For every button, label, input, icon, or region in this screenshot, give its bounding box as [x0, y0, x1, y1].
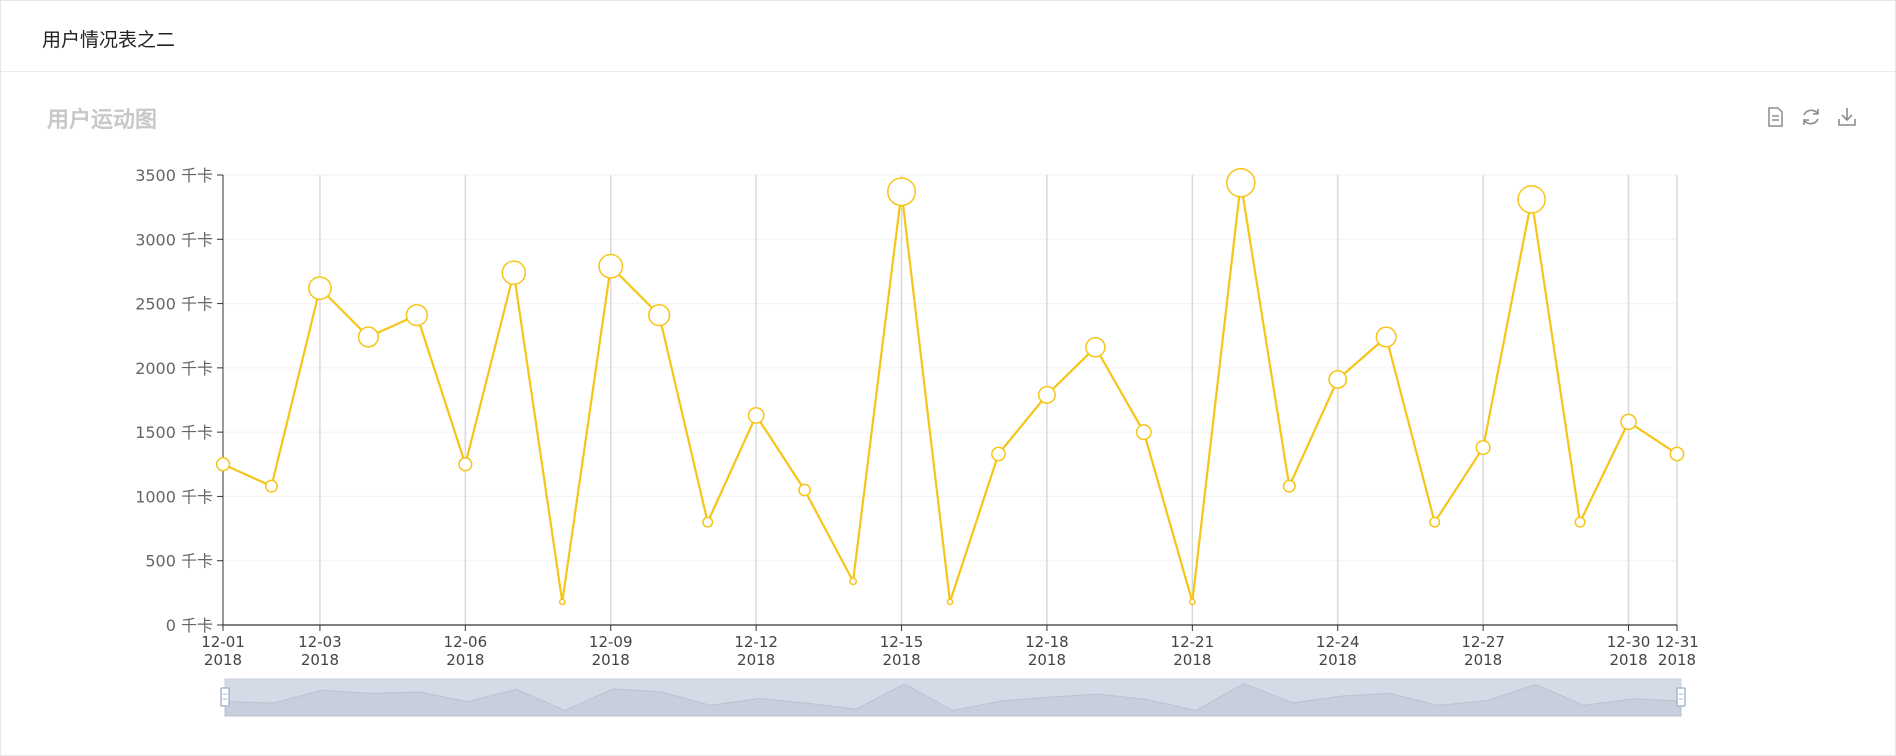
x-tick-label-year: 2018: [882, 651, 920, 669]
data-point[interactable]: [747, 406, 765, 424]
data-point[interactable]: [798, 483, 812, 497]
data-point[interactable]: [598, 253, 624, 279]
x-tick-label: 12-31: [1655, 633, 1699, 651]
data-point[interactable]: [1574, 516, 1586, 528]
x-tick-label-year: 2018: [1658, 651, 1696, 669]
data-point[interactable]: [357, 326, 379, 348]
data-point[interactable]: [405, 303, 429, 327]
line-chart: 0 千卡500 千卡1000 千卡1500 千卡2000 千卡2500 千卡30…: [135, 166, 1699, 717]
data-point[interactable]: [702, 516, 714, 528]
x-tick-label: 12-18: [1025, 633, 1069, 651]
data-point[interactable]: [458, 457, 473, 472]
data-point[interactable]: [501, 260, 527, 286]
data-point[interactable]: [946, 598, 954, 606]
series-line: [222, 181, 1678, 603]
y-tick-label: 500 千卡: [145, 552, 213, 571]
x-tick-label: 12-27: [1461, 633, 1505, 651]
y-tick-label: 3500 千卡: [135, 166, 213, 185]
data-point[interactable]: [1282, 479, 1296, 493]
x-tick-label-year: 2018: [1028, 651, 1066, 669]
x-tick-label-year: 2018: [1464, 651, 1502, 669]
data-point[interactable]: [1669, 446, 1685, 462]
data-point[interactable]: [1135, 424, 1152, 441]
data-point[interactable]: [1475, 440, 1491, 456]
data-point[interactable]: [264, 479, 278, 493]
x-tick-label-year: 2018: [1319, 651, 1357, 669]
data-point[interactable]: [1037, 385, 1056, 404]
x-tick-label: 12-09: [589, 633, 633, 651]
data-point[interactable]: [215, 457, 231, 472]
x-tick-label: 12-15: [880, 633, 924, 651]
x-tick-label-year: 2018: [301, 651, 339, 669]
x-tick-label: 12-03: [298, 633, 342, 651]
data-point[interactable]: [1429, 516, 1441, 528]
x-tick-label: 12-21: [1171, 633, 1215, 651]
x-tick-label-year: 2018: [737, 651, 775, 669]
data-point[interactable]: [887, 177, 917, 207]
data-point[interactable]: [308, 276, 332, 301]
data-point[interactable]: [1328, 370, 1348, 389]
x-tick-label: 12-06: [444, 633, 488, 651]
data-point[interactable]: [991, 446, 1006, 462]
x-tick-label-year: 2018: [1173, 651, 1211, 669]
x-tick-label-year: 2018: [204, 651, 242, 669]
x-tick-label-year: 2018: [1609, 651, 1647, 669]
x-tick-label-year: 2018: [446, 651, 484, 669]
y-tick-label: 1000 千卡: [135, 487, 213, 506]
data-point[interactable]: [1226, 167, 1256, 198]
zoom-handle-left[interactable]: [220, 687, 230, 707]
y-tick-label: 1500 千卡: [135, 423, 213, 442]
data-point[interactable]: [1620, 413, 1637, 431]
data-point[interactable]: [648, 303, 671, 327]
y-tick-label: 3000 千卡: [135, 230, 213, 249]
x-tick-label: 12-12: [734, 633, 778, 651]
data-point[interactable]: [558, 598, 566, 606]
data-point[interactable]: [1085, 337, 1106, 358]
x-tick-label-year: 2018: [592, 651, 630, 669]
x-tick-label: 12-01: [201, 633, 245, 651]
x-tick-label: 12-30: [1607, 633, 1651, 651]
y-tick-label: 2000 千卡: [135, 359, 213, 378]
data-point[interactable]: [1188, 598, 1196, 606]
data-point[interactable]: [1375, 326, 1397, 348]
x-tick-label: 12-24: [1316, 633, 1360, 651]
zoom-handle-right[interactable]: [1676, 687, 1686, 707]
data-point[interactable]: [1517, 185, 1546, 214]
data-point[interactable]: [849, 577, 858, 586]
y-tick-label: 2500 千卡: [135, 295, 213, 314]
